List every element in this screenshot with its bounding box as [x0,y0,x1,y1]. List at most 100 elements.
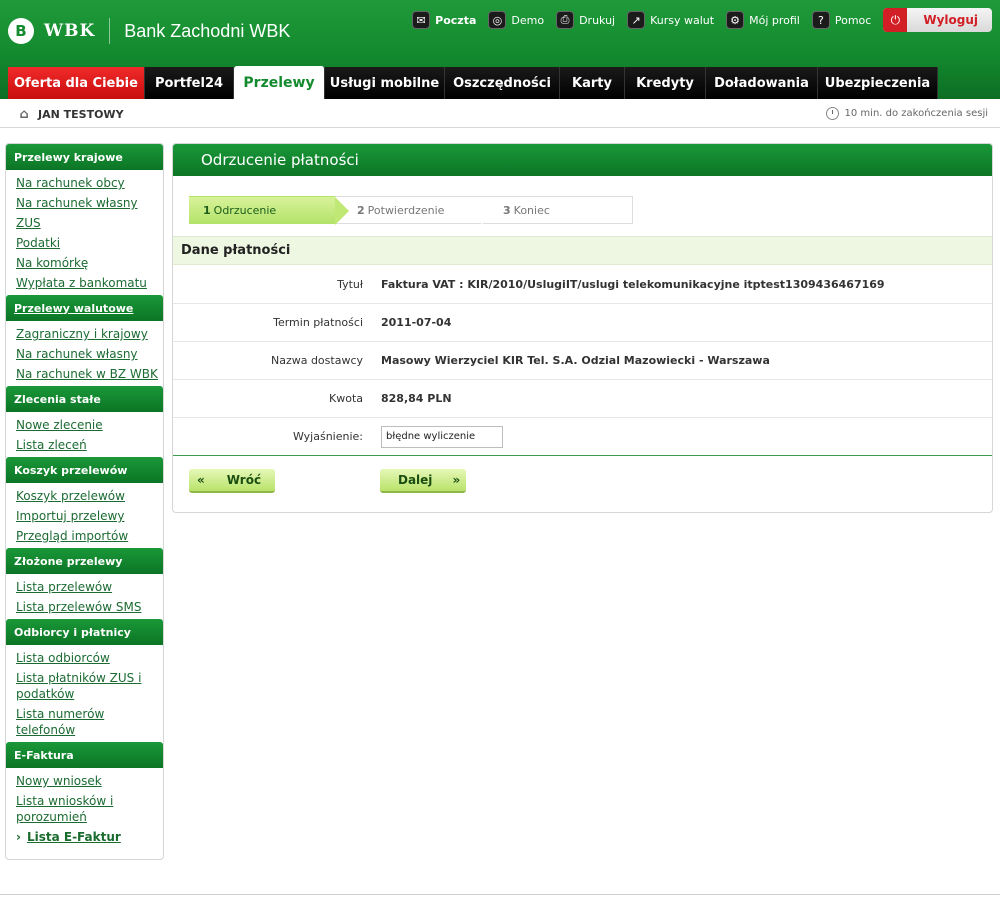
sidebar-item-lista-platnikow[interactable]: Lista płatników ZUS i podatków [6,668,163,704]
tab-oszczednosci[interactable]: Oszczędności [445,67,560,99]
sidebar-item-rachunek-wlasny[interactable]: Na rachunek własny [6,193,163,213]
payment-details: Tytuł Faktura VAT : KIR/2010/UslugiIT/us… [173,266,992,456]
sidebar-section-przelewy-krajowe: Przelewy krajowe Na rachunek obcy Na rac… [6,144,163,295]
toplink-label: Drukuj [579,13,616,27]
main-tabs: Oferta dla Ciebie Portfel24 Przelewy Usł… [8,66,938,99]
tab-uslugi-mobilne[interactable]: Usługi mobilne [325,67,445,99]
sidebar-item-komorka[interactable]: Na komórkę [6,253,163,273]
logo-mark-icon: B [8,18,34,44]
field-label: Wyjaśnienie: [292,430,363,443]
toplink-pomoc[interactable]: ? Pomoc [811,11,872,29]
step-koniec: 3 Koniec [481,196,633,224]
back-button[interactable]: « Wróć [189,469,275,493]
step-label: Odrzucenie [213,203,277,217]
envelope-icon: ✉ [412,11,431,29]
user-name-label: JAN TESTOWY [38,107,124,121]
explanation-input[interactable] [381,425,503,448]
field-row-termin: Termin płatności 2011-07-04 [173,304,992,342]
field-row-dostawca: Nazwa dostawcy Masowy Wierzyciel KIR Tel… [173,342,992,380]
toplink-label: Kursy walut [650,13,715,27]
sidebar-section-przelewy-walutowe: Przelewy walutowe Zagraniczny i krajowy … [6,295,163,386]
sidebar-head[interactable]: E-Faktura [6,742,163,768]
sidebar-item-walutowy-wlasny[interactable]: Na rachunek własny [6,344,163,364]
wizard-steps: 1 Odrzucenie 2 Potwierdzenie 3 Koniec [189,196,633,225]
logout-button[interactable]: ⏻ Wyloguj [883,8,992,32]
toplink-demo[interactable]: ◎ Demo [488,11,544,29]
user-bar: ⌂ JAN TESTOWY 10 min. do zakończenia ses… [0,100,1000,128]
toplink-label: Pomoc [834,13,872,27]
sidebar-section-koszyk: Koszyk przelewów Koszyk przelewów Import… [6,457,163,548]
sidebar-item-lista-efaktur[interactable]: Lista E-Faktur [6,827,163,847]
logout-icon: ⏻ [883,8,908,32]
sidebar-head[interactable]: Koszyk przelewów [6,457,163,483]
step-odrzucenie: 1 Odrzucenie [189,196,349,225]
step-number: 1 [203,203,211,217]
next-button[interactable]: Dalej » [380,469,466,493]
tab-kredyty[interactable]: Kredyty [625,67,706,99]
sidebar-item-zagraniczny[interactable]: Zagraniczny i krajowy [6,324,163,344]
logo-separator [109,18,111,44]
chevron-right-icon: » [452,473,461,487]
sidebar-section-odbiorcy: Odbiorcy i płatnicy Lista odbiorców List… [6,619,163,742]
sidebar-item-wyplata-bankomat[interactable]: Wypłata z bankomatu [6,273,163,293]
footer-divider [0,894,1000,895]
sidebar-item-nowy-wniosek[interactable]: Nowy wniosek [6,771,163,791]
step-label: Koniec [513,203,550,217]
sidebar-head[interactable]: Przelewy krajowe [6,144,163,170]
toplink-label: Mój profil [749,13,800,27]
tab-portfel24[interactable]: Portfel24 [145,67,234,99]
sidebar-item-zus[interactable]: ZUS [6,213,163,233]
tab-przelewy[interactable]: Przelewy [234,66,325,99]
sidebar-item-nowe-zlecenie[interactable]: Nowe zlecenie [6,415,163,435]
sidebar-head[interactable]: Przelewy walutowe [6,295,163,321]
tab-ubezpieczenia[interactable]: Ubezpieczenia [818,67,938,99]
sidebar-head[interactable]: Odbiorcy i płatnicy [6,619,163,645]
tab-karty[interactable]: Karty [560,67,625,99]
sidebar-head[interactable]: Zlecenia stałe [6,386,163,412]
sidebar-item-lista-odbiorcow[interactable]: Lista odbiorców [6,648,163,668]
sidebar-item-rachunek-obcy[interactable]: Na rachunek obcy [6,173,163,193]
demo-icon: ◎ [488,11,507,29]
field-label: Termin płatności [273,316,363,329]
field-value: Masowy Wierzyciel KIR Tel. S.A. Odzial M… [381,354,770,367]
sidebar-item-przeglad-importow[interactable]: Przegląd importów [6,526,163,546]
user-icon: ⌂ [19,106,29,122]
step-number: 3 [503,203,511,217]
section-title: Dane płatności [173,236,992,265]
toplink-label: Poczta [435,13,477,27]
field-label: Kwota [329,392,363,405]
step-arrow [335,197,349,225]
field-label: Tytuł [337,278,363,291]
sidebar-item-lista-zlecen[interactable]: Lista zleceń [6,435,163,455]
field-value: 2011-07-04 [381,316,452,329]
field-value: Faktura VAT : KIR/2010/UslugiIT/uslugi t… [381,278,885,291]
toplink-moj-profil[interactable]: ⚙ Mój profil [726,11,800,29]
gears-icon: ⚙ [726,11,745,29]
sidebar-item-koszyk[interactable]: Koszyk przelewów [6,486,163,506]
sidebar-section-zlecenia: Zlecenia stałe Nowe zlecenie Lista zlece… [6,386,163,457]
field-row-kwota: Kwota 828,84 PLN [173,380,992,418]
sidebar-item-lista-przelewow[interactable]: Lista przelewów [6,577,163,597]
sidebar-item-bz-wbk[interactable]: Na rachunek w BZ WBK [6,364,163,384]
sidebar-item-podatki[interactable]: Podatki [6,233,163,253]
user-name: ⌂ JAN TESTOWY [16,106,124,122]
step-potwierdzenie: 2 Potwierdzenie [335,196,495,225]
field-label: Nazwa dostawcy [270,354,363,367]
sidebar-head[interactable]: Złożone przelewy [6,548,163,574]
chevron-left-icon: « [197,473,205,487]
sidebar-section-zlozone: Złożone przelewy Lista przelewów Lista p… [6,548,163,619]
sidebar-item-lista-wnioskow[interactable]: Lista wniosków i porozumień [6,791,163,827]
session-timer: 10 min. do zakończenia sesji [825,107,988,120]
sidebar: Przelewy krajowe Na rachunek obcy Na rac… [5,143,164,860]
sidebar-item-lista-sms[interactable]: Lista przelewów SMS [6,597,163,617]
printer-icon: ⎙ [556,11,575,29]
bank-logo[interactable]: B WBK Bank Zachodni WBK [8,18,290,44]
toplink-drukuj[interactable]: ⎙ Drukuj [556,11,615,29]
next-label: Dalej [398,473,433,487]
sidebar-item-lista-numerow[interactable]: Lista numerów telefonów [6,704,163,740]
tab-oferta[interactable]: Oferta dla Ciebie [8,67,145,99]
toplink-poczta[interactable]: ✉ Poczta [412,11,476,29]
toplink-kursy-walut[interactable]: ↗ Kursy walut [627,11,714,29]
tab-doladowania[interactable]: Doładowania [706,67,818,99]
sidebar-item-importuj[interactable]: Importuj przelewy [6,506,163,526]
